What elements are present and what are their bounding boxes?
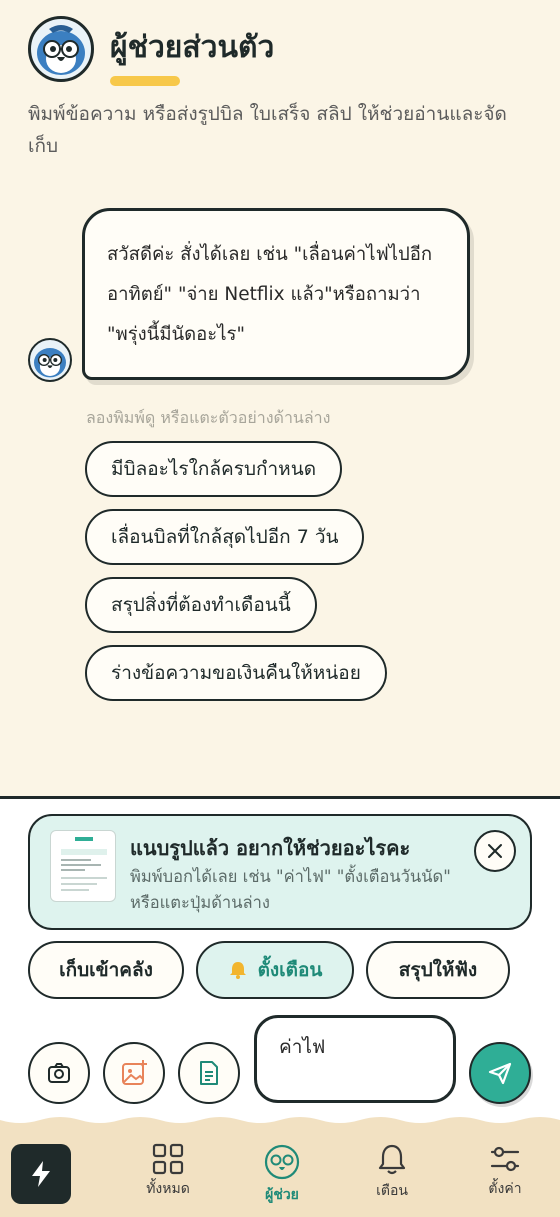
suggestions-hint: ลองพิมพ์ดู หรือแตะตัวอย่างด้านล่าง	[86, 408, 331, 427]
suggestion-chip[interactable]: สรุปสิ่งที่ต้องทำเดือนนี้	[85, 577, 317, 633]
attachment-title: แนบรูปแล้ว อยากให้ช่วยอะไรคะ	[130, 836, 411, 860]
message-input[interactable]: ค่าไฟ	[254, 1015, 456, 1103]
grid-icon	[152, 1143, 184, 1175]
save-to-library-label: เก็บเข้าคลัง	[59, 959, 153, 981]
send-icon	[488, 1062, 512, 1085]
camera-icon	[48, 1063, 70, 1083]
parrot-icon	[264, 1144, 300, 1180]
page-subtitle: พิมพ์ข้อความ หรือส่งรูปบิล ใบเสร็จ สลิป …	[28, 103, 507, 157]
document-button[interactable]	[178, 1042, 240, 1104]
assistant-message-bubble: สวัสดีค่ะ สั่งได้เลย เช่น "เลื่อนค่าไฟไป…	[82, 208, 470, 380]
bird-mascot-icon	[34, 348, 66, 378]
receipt-preview-icon	[55, 835, 113, 899]
suggestion-chip[interactable]: มีบิลอะไรใกล้ครบกำหนด	[85, 441, 343, 497]
close-icon	[488, 844, 502, 858]
tab-assistant-label: ผู้ช่วย	[265, 1187, 299, 1203]
send-button[interactable]	[469, 1042, 531, 1104]
bottom-tab-bar: ทั้งหมด ผู้ช่วย เตือน ตั้งค่า	[0, 1112, 560, 1217]
set-reminder-label: ตั้งเตือน	[257, 959, 323, 981]
lightning-icon	[32, 1161, 50, 1187]
tab-all-label: ทั้งหมด	[146, 1181, 190, 1197]
summarize-label: สรุปให้ฟัง	[398, 959, 478, 981]
tab-reminders-label: เตือน	[376, 1183, 408, 1199]
remove-attachment-button[interactable]	[474, 830, 516, 872]
receipt-thumbnail[interactable]	[50, 830, 116, 902]
wave-divider	[0, 1112, 560, 1123]
document-icon	[200, 1061, 218, 1085]
summarize-button[interactable]: สรุปให้ฟัง	[366, 941, 510, 999]
assistant-avatar	[28, 16, 94, 82]
suggestion-chip[interactable]: ร่างข้อความขอเงินคืนให้หน่อย	[85, 645, 387, 701]
set-reminder-button[interactable]: ตั้งเตือน	[196, 941, 354, 999]
tab-assistant[interactable]: ผู้ช่วย	[237, 1142, 327, 1217]
tab-reminders[interactable]: เตือน	[347, 1142, 437, 1217]
suggestion-chip[interactable]: เลื่อนบิลที่ใกล้สุดไปอีก 7 วัน	[85, 509, 365, 565]
header: ผู้ช่วยส่วนตัว	[28, 16, 538, 96]
gallery-button[interactable]	[103, 1042, 165, 1104]
camera-button[interactable]	[28, 1042, 90, 1104]
bell-icon	[229, 962, 246, 979]
bell-icon	[378, 1144, 406, 1175]
sliders-icon	[490, 1146, 520, 1172]
bird-mascot-icon	[37, 25, 85, 75]
assistant-avatar-small	[28, 338, 72, 382]
attachment-description: พิมพ์บอกได้เลย เช่น "ค่าไฟ" "ตั้งเตือนวั…	[130, 867, 451, 912]
save-to-library-button[interactable]: เก็บเข้าคลัง	[28, 941, 184, 999]
title-underline	[110, 76, 180, 86]
quick-action-button[interactable]	[11, 1144, 71, 1204]
attachment-card: แนบรูปแล้ว อยากให้ช่วยอะไรคะ พิมพ์บอกได้…	[28, 814, 532, 930]
tab-all[interactable]: ทั้งหมด	[123, 1142, 213, 1217]
page-title: ผู้ช่วยส่วนตัว	[110, 30, 275, 65]
add-image-icon	[122, 1060, 147, 1085]
tab-settings[interactable]: ตั้งค่า	[460, 1142, 550, 1217]
tab-settings-label: ตั้งค่า	[488, 1181, 522, 1197]
